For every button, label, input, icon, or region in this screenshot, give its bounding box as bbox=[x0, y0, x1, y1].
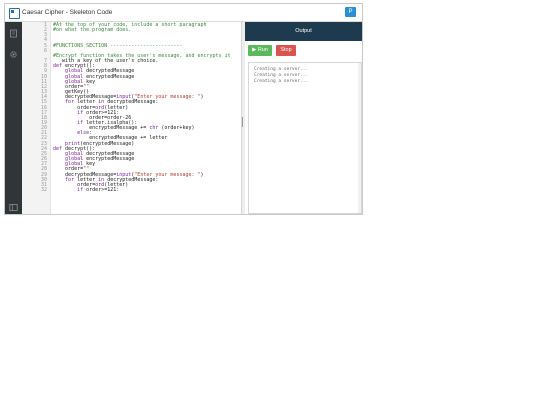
action-button[interactable]: P bbox=[345, 7, 356, 17]
app-window: Caesar Cipher - Skeleton Code P 123456 7… bbox=[4, 3, 363, 215]
sidebar bbox=[5, 22, 22, 214]
console-output[interactable]: Creating a server... Creating a server...… bbox=[248, 62, 362, 214]
line-numbers: 123456 7 8 9 10 11 12 13 14 15 16 17 18 19 20 21 22 23 24… bbox=[40, 22, 47, 193]
window-title: Caesar Cipher - Skeleton Code bbox=[22, 9, 113, 16]
code-editor[interactable]: #At the top of your code, include a shor… bbox=[51, 22, 241, 214]
output-header: Output bbox=[245, 22, 362, 41]
panel-icon[interactable] bbox=[9, 203, 18, 212]
line-number: 32 bbox=[40, 187, 47, 193]
document-icon[interactable] bbox=[9, 29, 18, 38]
app-icon bbox=[9, 8, 20, 19]
console-text: Creating a server... Creating a server...… bbox=[254, 67, 308, 85]
output-panel: Output ▶ Run Stop Creating a server... Cr… bbox=[245, 22, 362, 214]
code-text[interactable]: #At the top of your code, include a shor… bbox=[53, 22, 231, 193]
console-line: Creating a server... bbox=[254, 79, 309, 84]
code-line[interactable]: if order>=121: bbox=[53, 187, 231, 193]
gear-icon[interactable] bbox=[9, 50, 18, 59]
console-scrollbar[interactable] bbox=[358, 63, 361, 213]
title-bar: Caesar Cipher - Skeleton Code P bbox=[5, 4, 362, 22]
line-number-gutter: 123456 7 8 9 10 11 12 13 14 15 16 17 18 19 20 21 22 23 24… bbox=[22, 22, 51, 214]
stop-button[interactable]: Stop bbox=[276, 45, 296, 56]
play-icon: ▶ bbox=[252, 47, 257, 53]
run-label: Run bbox=[257, 47, 268, 53]
run-button[interactable]: ▶ Run bbox=[248, 45, 272, 56]
